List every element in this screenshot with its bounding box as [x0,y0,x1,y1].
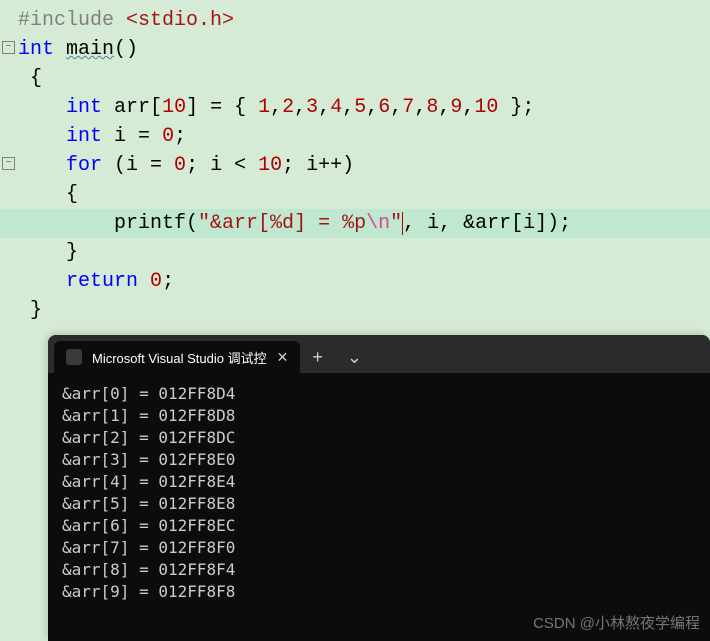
code-line: } [0,296,710,325]
terminal-tab[interactable]: Microsoft Visual Studio 调试控 ✕ [54,341,300,373]
include-path: <stdio.h> [126,9,234,32]
array-values: 1,2,3,4,5,6,7,8,9,10 [258,96,498,119]
close-icon[interactable]: ✕ [277,349,289,366]
code-line: −int main() [0,35,710,64]
watermark: CSDN @小林熬夜学编程 [533,612,700,633]
fold-minus-icon[interactable]: − [2,41,15,54]
fold-minus-icon[interactable]: − [2,157,15,170]
highlighted-line: printf("&arr[%d] = %p\n", i, &arr[i]); [0,209,710,238]
code-line: int arr[10] = { 1,2,3,4,5,6,7,8,9,10 }; [0,93,710,122]
tab-title: Microsoft Visual Studio 调试控 [92,348,267,367]
preprocessor-hash: #include [18,9,114,32]
code-line: } [0,238,710,267]
terminal-window: Microsoft Visual Studio 调试控 ✕ + ⌄ &arr[0… [48,335,710,641]
code-line: { [0,64,710,93]
main-identifier: main [66,38,114,61]
code-line: − for (i = 0; i < 10; i++) [0,151,710,180]
terminal-icon [66,349,82,365]
code-line: return 0; [0,267,710,296]
tab-dropdown-button[interactable]: ⌄ [335,341,374,373]
code-line: { [0,180,710,209]
code-line: int i = 0; [0,122,710,151]
code-line: #include <stdio.h> [0,6,710,35]
new-tab-button[interactable]: + [300,341,335,373]
terminal-tab-bar: Microsoft Visual Studio 调试控 ✕ + ⌄ [48,335,710,373]
code-editor[interactable]: #include <stdio.h> −int main() { int arr… [0,0,710,325]
terminal-output[interactable]: &arr[0] = 012FF8D4 &arr[1] = 012FF8D8 &a… [48,373,710,613]
